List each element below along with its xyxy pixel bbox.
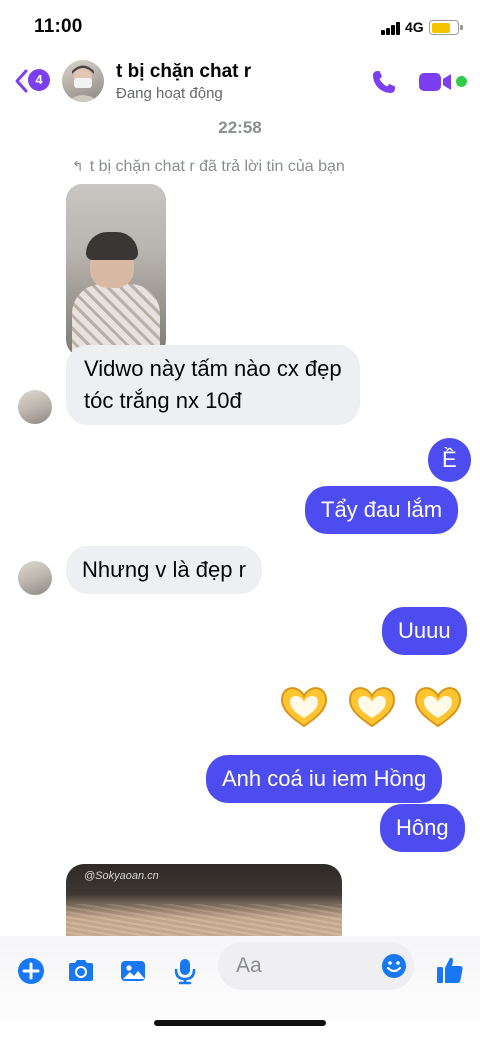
microphone-icon[interactable] — [170, 956, 200, 986]
signal-icon — [381, 22, 401, 35]
emoji-icon[interactable] — [380, 952, 408, 980]
reply-arrow-icon: ↰ — [72, 158, 84, 174]
message-input-placeholder: Aa — [236, 954, 262, 977]
sender-avatar[interactable] — [18, 390, 52, 424]
media-texture — [66, 904, 342, 936]
sender-avatar[interactable] — [18, 561, 52, 595]
incoming-media-preview[interactable]: @Sokyaoan.cn — [66, 864, 342, 936]
emoji-message[interactable] — [276, 680, 470, 732]
battery-icon — [429, 20, 459, 35]
outgoing-message[interactable]: Hông — [380, 804, 465, 852]
message-thread[interactable]: 22:58 ↰ t bị chặn chat r đã trả lời tin c… — [0, 108, 480, 936]
phone-icon[interactable] — [370, 68, 398, 96]
status-time: 11:00 — [34, 16, 83, 37]
thumbnail-figure-hair — [86, 232, 138, 260]
message-text-line: tóc trắng nx 10đ — [84, 388, 242, 413]
message-input[interactable]: Aa — [218, 942, 414, 990]
incoming-message[interactable]: Vidwo này tấm nào cx đẹp tóc trắng nx 10… — [66, 345, 360, 425]
reply-note: ↰ t bị chặn chat r đã trả lời tin của bạn — [72, 158, 345, 176]
network-label: 4G — [405, 19, 424, 35]
contact-status: Đang hoạt động — [116, 85, 223, 102]
like-icon[interactable] — [434, 954, 466, 986]
unread-count-badge[interactable]: 4 — [28, 69, 50, 91]
outgoing-message[interactable]: Tẩy đau lắm — [305, 486, 459, 534]
heart-hands-emoji-icon — [348, 687, 396, 728]
camera-icon[interactable] — [66, 956, 96, 986]
gallery-icon[interactable] — [118, 956, 148, 986]
chat-header: 4 t bị chặn chat r Đang hoạt động — [0, 56, 480, 108]
battery-tip — [460, 25, 463, 30]
contact-avatar[interactable] — [62, 60, 104, 102]
outgoing-message[interactable]: Anh coá iu iem Hồng — [206, 755, 443, 803]
heart-hands-emoji-icon — [280, 687, 328, 728]
media-watermark: @Sokyaoan.cn — [84, 870, 159, 882]
reply-note-text: t bị chặn chat r đã trả lời tin của bạn — [89, 158, 345, 175]
outgoing-message[interactable]: Uuuu — [382, 607, 467, 655]
heart-hands-emoji-icon — [414, 687, 462, 728]
outgoing-message[interactable]: Ề — [428, 438, 471, 482]
contact-name[interactable]: t bị chặn chat r — [116, 61, 251, 83]
message-timestamp: 22:58 — [218, 118, 262, 137]
incoming-message[interactable]: Nhưng v là đẹp r — [66, 546, 262, 594]
home-indicator[interactable] — [154, 1020, 326, 1026]
replied-video-thumbnail[interactable] — [66, 184, 166, 356]
video-camera-icon[interactable] — [418, 70, 452, 94]
status-bar: 11:00 4G — [0, 0, 480, 56]
online-indicator — [456, 76, 467, 87]
plus-icon[interactable] — [16, 956, 46, 986]
message-text-line: Vidwo này tấm nào cx đẹp — [84, 356, 342, 381]
